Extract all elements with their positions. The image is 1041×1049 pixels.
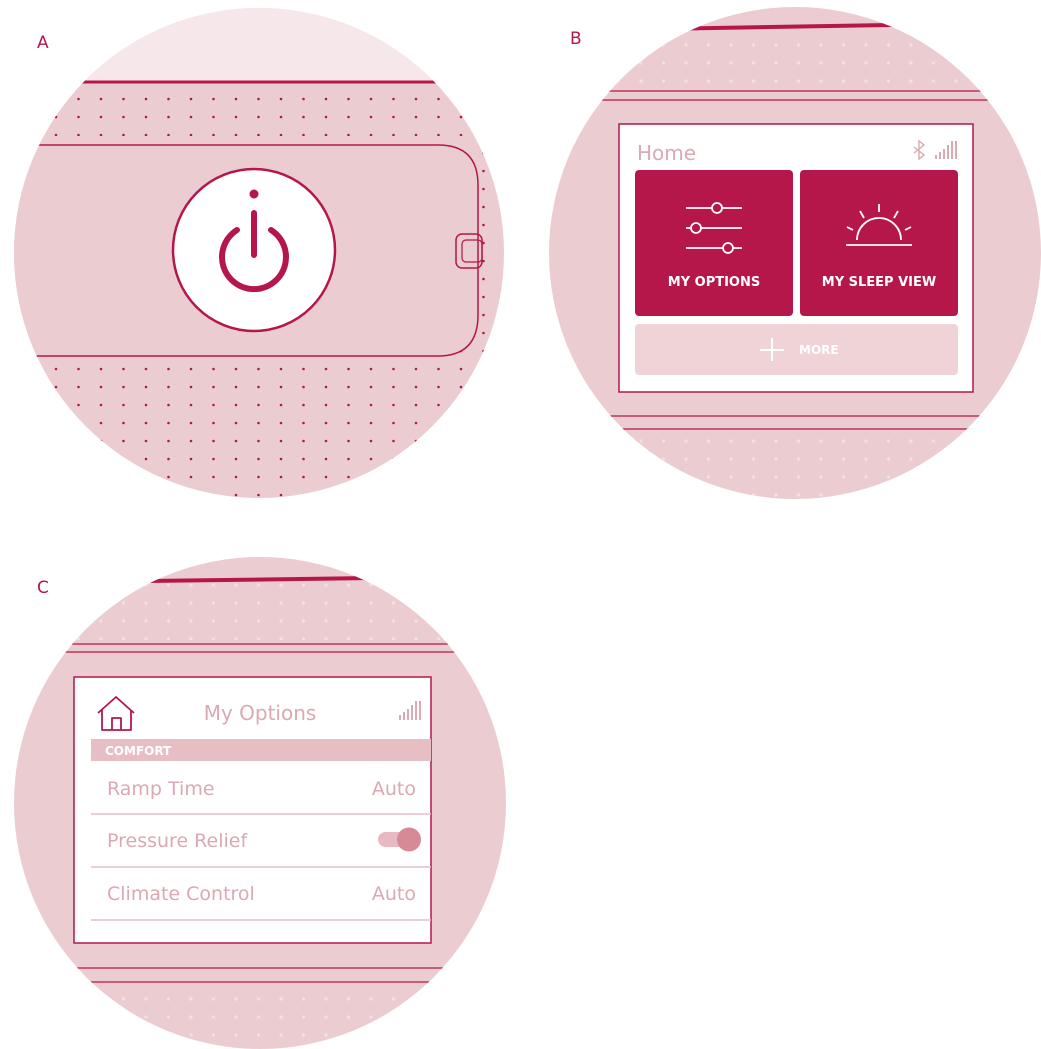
row-label: Ramp Time bbox=[107, 778, 215, 800]
row-value: Auto bbox=[372, 883, 416, 905]
row-value: Auto bbox=[372, 778, 416, 800]
row-label: Pressure Relief bbox=[107, 830, 248, 852]
row-label: Climate Control bbox=[107, 883, 255, 905]
panel-c-my-options-screen: My Options COMFORT Ramp Time Auto Pressu… bbox=[14, 557, 506, 1049]
section-header-label: COMFORT bbox=[105, 744, 172, 758]
screen-title: My Options bbox=[204, 701, 317, 725]
